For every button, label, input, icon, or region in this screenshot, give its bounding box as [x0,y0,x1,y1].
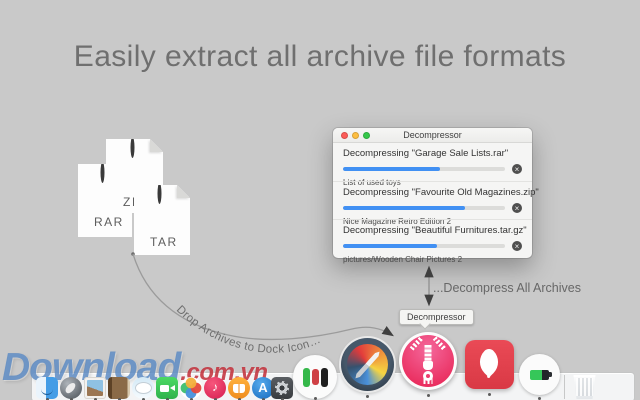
dock-item-facetime[interactable] [156,377,178,399]
dock-item-safari[interactable] [341,338,394,391]
task-title: Decompressing "Garage Sale Lists.rar" [343,148,522,159]
task-subtitle: pictures/Wooden Chair Pictures 2 [343,255,522,264]
safari-compass-icon [341,338,394,391]
archive-label: RAR [94,215,124,229]
page-curl [150,139,163,152]
minimize-button[interactable] [352,132,359,139]
progress-bar [343,167,505,171]
zipper-icon [158,185,167,223]
task-row: Decompressing "Beautiful Furnitures.tar.… [333,219,532,257]
dock-item-leaf-app[interactable] [465,340,514,389]
running-indicator [488,393,491,396]
battery-icon [519,354,560,395]
dock-item-photos[interactable] [180,377,202,399]
close-button[interactable] [341,132,348,139]
page-curl [177,185,190,198]
photos-icon [180,377,202,399]
mail-icon [84,377,106,399]
media-reels-icon [293,355,337,399]
progress-bar [343,206,505,210]
dock-item-media-reels[interactable] [293,355,337,399]
task-row: Decompressing "Favourite Old Magazines.z… [333,181,532,219]
decompressor-zipper-icon [399,332,457,390]
cancel-button[interactable]: × [512,203,522,213]
itunes-icon: ♪ [204,377,226,399]
running-indicator [366,395,369,398]
zoom-button[interactable] [363,132,370,139]
running-indicator [427,394,430,397]
drop-hint-text: Drop Archives to Dock Icon… [174,304,323,356]
dock-item-launchpad[interactable] [60,377,82,399]
trash-icon [572,375,597,399]
dock-item-finder[interactable] [36,377,58,399]
facetime-icon [156,377,178,399]
window-titlebar[interactable]: Decompressor [333,128,532,143]
screenshot-stage: Easily extract all archive file formats … [0,0,640,400]
traffic-lights [341,132,370,139]
cancel-button[interactable]: × [512,164,522,174]
dock-item-contacts[interactable] [108,377,130,399]
cancel-button[interactable]: × [512,241,522,251]
dock-item-system-preferences[interactable] [271,377,293,399]
page-title: Easily extract all archive file formats [0,40,640,74]
ibooks-icon [228,377,250,399]
dock-item-battery-app[interactable] [519,354,560,395]
contacts-icon [108,377,130,399]
dock-item-ibooks[interactable] [228,377,250,399]
task-title: Decompressing "Favourite Old Magazines.z… [343,187,522,198]
drop-curve-arrow [133,254,392,339]
dock-item-messages[interactable] [132,377,154,399]
progress-bar [343,244,505,248]
task-title: Decompressing "Beautiful Furnitures.tar.… [343,225,522,236]
task-row: Decompressing "Garage Sale Lists.rar" × … [333,143,532,181]
leaf-icon [465,340,514,389]
archive-label: TAR [150,235,178,249]
archive-doc-tar: TAR [134,185,190,255]
dock-tooltip: Decompressor [399,309,474,325]
decompressor-window: Decompressor Decompressing "Garage Sale … [333,128,532,258]
launchpad-icon [60,377,82,399]
dock-item-trash[interactable] [572,375,597,399]
finder-icon [36,377,58,399]
dock-item-itunes[interactable]: ♪ [204,377,226,399]
dock-item-mail[interactable] [84,377,106,399]
dock-item-decompressor[interactable] [399,332,457,390]
messages-icon [132,377,154,399]
decompress-hint-text: ...Decompress All Archives [433,281,581,295]
dock-divider [564,375,565,399]
gear-icon [271,377,293,399]
